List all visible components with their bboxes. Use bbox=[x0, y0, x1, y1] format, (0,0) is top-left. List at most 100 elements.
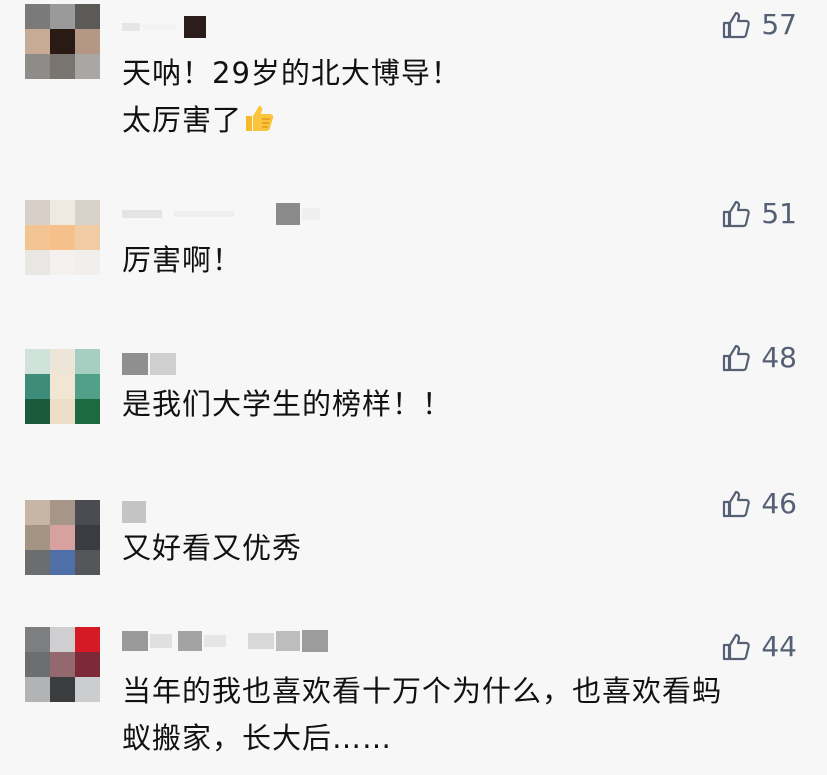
blur-block bbox=[150, 353, 176, 375]
avatar-pixel bbox=[50, 4, 75, 29]
like-count: 44 bbox=[761, 630, 797, 663]
avatar-pixel bbox=[50, 500, 75, 525]
like-button[interactable]: 57 bbox=[721, 8, 797, 41]
blur-block bbox=[248, 633, 274, 649]
avatar-pixel bbox=[25, 500, 50, 525]
username-obscured[interactable] bbox=[122, 628, 328, 654]
blur-block bbox=[122, 631, 148, 651]
blur-block bbox=[302, 208, 320, 220]
avatar-pixel bbox=[75, 525, 100, 550]
avatar-pixel bbox=[25, 627, 50, 652]
avatar-pixel bbox=[25, 200, 50, 225]
avatar-pixel bbox=[75, 4, 100, 29]
username-obscured[interactable] bbox=[122, 14, 206, 40]
avatar-pixel bbox=[25, 225, 50, 250]
avatar-pixel bbox=[50, 399, 75, 424]
avatar-pixel bbox=[25, 677, 50, 702]
thumb-up-outline-icon bbox=[723, 490, 751, 517]
avatar-pixel bbox=[50, 200, 75, 225]
comment-line: 当年的我也喜欢看十万个为什么，也喜欢看蚂 bbox=[122, 674, 723, 708]
avatar-pixel bbox=[75, 677, 100, 702]
thumb-up-outline-icon bbox=[723, 11, 751, 38]
avatar-pixel bbox=[50, 652, 75, 677]
avatar-pixel bbox=[25, 29, 50, 54]
blur-block bbox=[122, 23, 140, 31]
comment-line: 又好看又优秀 bbox=[122, 531, 303, 565]
avatar-pixel bbox=[25, 250, 50, 275]
blur-block bbox=[178, 631, 202, 651]
avatar-pixel bbox=[75, 500, 100, 525]
comment-item: 57 天呐！29岁的北大博导！ 太厉害了 bbox=[0, 0, 827, 185]
comment-item: 46 又好看又优秀 bbox=[0, 485, 827, 620]
avatar-pixel bbox=[75, 200, 100, 225]
like-count: 57 bbox=[761, 8, 797, 41]
avatar-pixel bbox=[75, 349, 100, 374]
username-obscured[interactable] bbox=[122, 351, 176, 377]
avatar-pixel bbox=[25, 525, 50, 550]
avatar-pixel bbox=[75, 54, 100, 79]
avatar[interactable] bbox=[25, 349, 100, 424]
avatar[interactable] bbox=[25, 627, 100, 702]
comment-item: 51 厉害啊！ bbox=[0, 185, 827, 335]
comment-item: 48 是我们大学生的榜样！！ bbox=[0, 335, 827, 485]
thumb-up-outline-icon bbox=[723, 200, 751, 227]
avatar[interactable] bbox=[25, 500, 100, 575]
thumb-up-outline-icon bbox=[723, 344, 751, 371]
comment-line: 蚁搬家，长大后…… bbox=[122, 721, 393, 755]
blur-block bbox=[122, 501, 146, 523]
blur-block bbox=[142, 24, 176, 30]
like-button[interactable]: 44 bbox=[721, 630, 797, 663]
blur-block bbox=[276, 631, 300, 651]
avatar-pixel bbox=[75, 225, 100, 250]
avatar-pixel bbox=[50, 225, 75, 250]
avatar-pixel bbox=[50, 374, 75, 399]
avatar-pixel bbox=[25, 652, 50, 677]
thumb-up-outline-icon bbox=[723, 633, 751, 660]
blur-block bbox=[204, 635, 226, 647]
blur-block bbox=[302, 630, 328, 652]
avatar-pixel bbox=[25, 349, 50, 374]
avatar-pixel bbox=[50, 54, 75, 79]
comment-line: 天呐！29岁的北大博导！ bbox=[122, 56, 461, 90]
like-count: 51 bbox=[761, 197, 797, 230]
avatar-pixel bbox=[25, 54, 50, 79]
avatar[interactable] bbox=[25, 4, 100, 79]
thumbs-up-emoji bbox=[246, 106, 274, 131]
like-count: 48 bbox=[761, 341, 797, 374]
avatar-pixel bbox=[75, 374, 100, 399]
avatar-pixel bbox=[75, 627, 100, 652]
comment-text: 又好看又优秀 bbox=[122, 525, 802, 572]
avatar-pixel bbox=[50, 677, 75, 702]
avatar[interactable] bbox=[25, 200, 100, 275]
comment-line: 厉害啊！ bbox=[122, 243, 243, 277]
comment-line: 太厉害了 bbox=[122, 103, 243, 137]
avatar-pixel bbox=[25, 4, 50, 29]
comment-text: 天呐！29岁的北大博导！ 太厉害了 bbox=[122, 50, 802, 144]
avatar-pixel bbox=[50, 250, 75, 275]
blur-block bbox=[184, 16, 206, 38]
like-button[interactable]: 46 bbox=[721, 487, 797, 520]
like-button[interactable]: 48 bbox=[721, 341, 797, 374]
blur-block bbox=[276, 203, 300, 225]
avatar-pixel bbox=[75, 652, 100, 677]
blur-block bbox=[150, 634, 172, 648]
blur-block bbox=[174, 211, 234, 217]
avatar-pixel bbox=[75, 399, 100, 424]
blur-block bbox=[122, 353, 148, 375]
avatar-pixel bbox=[25, 399, 50, 424]
avatar-pixel bbox=[50, 349, 75, 374]
blur-block bbox=[122, 210, 162, 218]
avatar-pixel bbox=[50, 29, 75, 54]
comment-item: 44 当年的我也喜欢看十万个为什么，也喜欢看蚂 蚁搬家，长大后…… bbox=[0, 620, 827, 775]
avatar-pixel bbox=[75, 550, 100, 575]
username-obscured[interactable] bbox=[122, 201, 320, 227]
avatar-pixel bbox=[25, 374, 50, 399]
avatar-pixel bbox=[75, 29, 100, 54]
username-obscured[interactable] bbox=[122, 499, 146, 525]
avatar-pixel bbox=[75, 250, 100, 275]
comment-text: 是我们大学生的榜样！！ bbox=[122, 381, 802, 428]
avatar-pixel bbox=[50, 550, 75, 575]
avatar-pixel bbox=[50, 627, 75, 652]
comment-text: 厉害啊！ bbox=[122, 237, 802, 284]
like-button[interactable]: 51 bbox=[721, 197, 797, 230]
